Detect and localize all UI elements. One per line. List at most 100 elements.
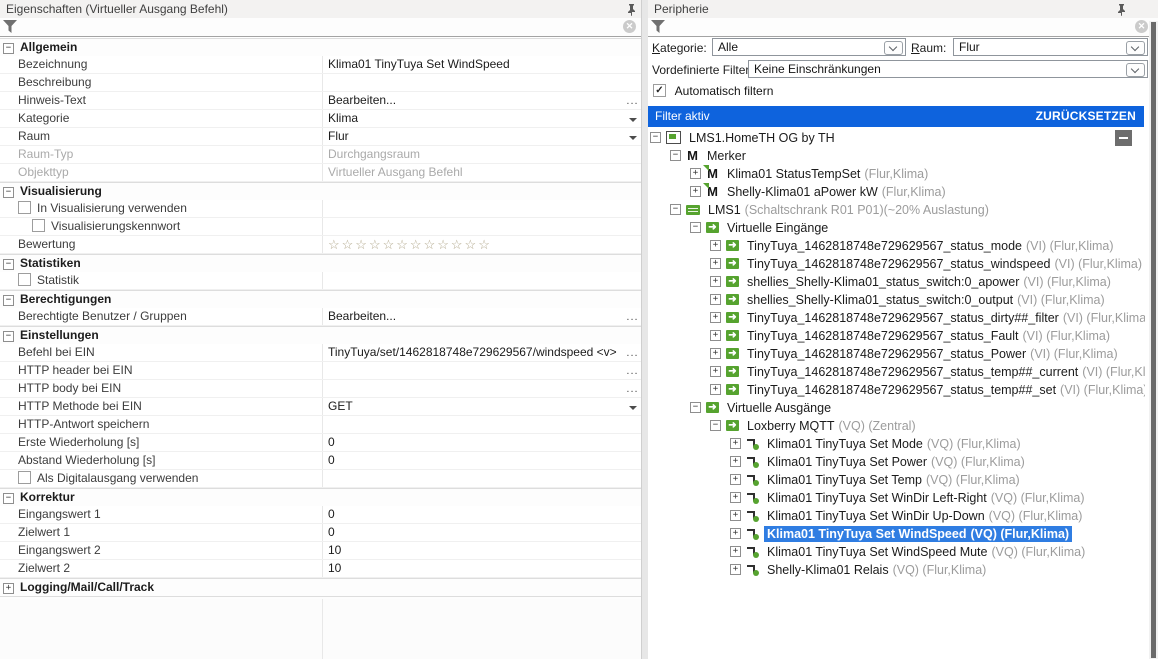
clear-filter-icon[interactable]: ✕ [623, 20, 636, 33]
tree-row[interactable]: +➜TinyTuya_1462818748e729629567_status_d… [648, 309, 1145, 327]
vertical-scrollbar[interactable] [1149, 21, 1158, 659]
tree-item-label[interactable]: Klima01 TinyTuya Set Temp(VQ) (Flur,Klim… [764, 472, 1023, 488]
tree-item-label[interactable]: Shelly-Klima01 Relais(VQ) (Flur,Klima) [764, 562, 989, 578]
property-value[interactable] [322, 416, 624, 433]
property-checkbox[interactable] [18, 471, 31, 484]
property-value[interactable]: Flur [322, 128, 624, 145]
tree-row[interactable]: +Klima01 TinyTuya Set WindSpeed Mute(VQ)… [648, 543, 1145, 561]
tree-expander-icon[interactable]: + [730, 528, 741, 539]
tree-item-label[interactable]: TinyTuya_1462818748e729629567_status_tem… [744, 382, 1145, 398]
property-value[interactable]: 0 [322, 524, 624, 541]
pin-icon[interactable] [1116, 3, 1127, 15]
tree-row[interactable]: +➜TinyTuya_1462818748e729629567_status_F… [648, 327, 1145, 345]
rating-stars[interactable]: ☆☆☆☆☆☆☆☆☆☆☆☆ [328, 237, 492, 252]
tree-row[interactable]: +➜shellies_Shelly-Klima01_status_switch:… [648, 273, 1145, 291]
tree-expander-icon[interactable]: + [710, 330, 721, 341]
auto-filter-checkbox[interactable]: ✓ [653, 84, 666, 97]
tree-expander-icon[interactable]: + [730, 438, 741, 449]
section-expander-icon[interactable]: − [3, 259, 14, 270]
property-checkbox[interactable] [18, 201, 31, 214]
tree-row[interactable]: −LMS1.HomeTH OG by TH [648, 129, 1145, 147]
tree-item-label[interactable]: Virtuelle Ausgänge [724, 400, 834, 416]
tree-row[interactable]: +➜TinyTuya_1462818748e729629567_status_P… [648, 345, 1145, 363]
property-value[interactable] [322, 380, 624, 397]
property-value[interactable]: 0 [322, 434, 624, 451]
tree-row[interactable]: + Shelly-Klima01 Relais(VQ) (Flur,Klima) [648, 561, 1145, 579]
tree-row[interactable]: +MShelly-Klima01 aPower kW(Flur,Klima) [648, 183, 1145, 201]
ellipsis-button[interactable]: ... [626, 311, 638, 323]
tree-expander-icon[interactable]: + [730, 456, 741, 467]
tree-item-label[interactable]: Klima01 TinyTuya Set Power(VQ) (Flur,Kli… [764, 454, 1028, 470]
tree-expander-icon[interactable]: − [690, 402, 701, 413]
dropdown-arrow-icon[interactable] [629, 118, 637, 122]
section-expander-icon[interactable]: − [3, 493, 14, 504]
tree-expander-icon[interactable]: − [650, 132, 661, 143]
tree-expander-icon[interactable]: − [670, 150, 681, 161]
tree-item-label[interactable]: Virtuelle Eingänge [724, 220, 831, 236]
tree-expander-icon[interactable]: + [730, 564, 741, 575]
chevron-down-icon[interactable] [1126, 41, 1145, 55]
tree-expander-icon[interactable]: + [730, 492, 741, 503]
section-expander-icon[interactable]: − [3, 331, 14, 342]
tree-row[interactable]: + Klima01 TinyTuya Set Power(VQ) (Flur,Kl… [648, 453, 1145, 471]
tree-item-label[interactable]: TinyTuya_1462818748e729629567_status_win… [744, 256, 1145, 272]
tree-expander-icon[interactable]: − [710, 420, 721, 431]
tree-item-label[interactable]: shellies_Shelly-Klima01_status_switch:0_… [744, 292, 1108, 308]
dropdown-arrow-icon[interactable] [629, 406, 637, 410]
tree-row[interactable]: +MKlima01 StatusTempSet(Flur,Klima) [648, 165, 1145, 183]
property-value[interactable]: Bearbeiten... [322, 92, 624, 109]
tree-item-label[interactable]: TinyTuya_1462818748e729629567_status_dir… [744, 310, 1145, 326]
tree-item-label[interactable]: TinyTuya_1462818748e729629567_status_mod… [744, 238, 1117, 254]
property-value[interactable]: Bearbeiten... [322, 308, 624, 325]
section-expander-icon[interactable]: − [3, 187, 14, 198]
tree-row[interactable]: + Klima01 TinyTuya Set Mode(VQ) (Flur,Kli… [648, 435, 1145, 453]
tree-expander-icon[interactable]: + [730, 474, 741, 485]
tree-item-label[interactable]: Klima01 TinyTuya Set WindSpeed(VQ) (Flur… [764, 526, 1072, 542]
tree-item-label[interactable]: Loxberry MQTT(VQ) (Zentral) [744, 418, 919, 434]
property-checkbox[interactable] [32, 219, 45, 232]
ellipsis-button[interactable]: ... [626, 383, 638, 395]
tree-item-label[interactable]: Shelly-Klima01 aPower kW(Flur,Klima) [724, 184, 949, 200]
tree-row[interactable]: +Klima01 TinyTuya Set WinDir Up-Down(VQ)… [648, 507, 1145, 525]
tree-item-label[interactable]: Klima01 StatusTempSet(Flur,Klima) [724, 166, 931, 182]
properties-filter-input[interactable] [20, 19, 621, 34]
property-value[interactable]: 0 [322, 452, 624, 469]
tree-row[interactable]: +➜TinyTuya_1462818748e729629567_status_t… [648, 381, 1145, 399]
tree-item-label[interactable]: TinyTuya_1462818748e729629567_status_tem… [744, 364, 1145, 380]
property-value[interactable]: TinyTuya/set/1462818748e729629567/windsp… [322, 344, 624, 361]
chevron-down-icon[interactable] [1126, 63, 1145, 77]
tree-expander-icon[interactable]: + [710, 294, 721, 305]
tree-row[interactable]: +➜shellies_Shelly-Klima01_status_switch:… [648, 291, 1145, 309]
property-value[interactable]: 10 [322, 560, 624, 577]
tree-row[interactable]: −MMerker [648, 147, 1145, 165]
tree-expander-icon[interactable]: + [710, 348, 721, 359]
periphery-filter-input[interactable] [668, 19, 1138, 34]
ellipsis-button[interactable]: ... [626, 365, 638, 377]
tree-row[interactable]: +➜TinyTuya_1462818748e729629567_status_t… [648, 363, 1145, 381]
tree-row[interactable]: + Klima01 TinyTuya Set Temp(VQ) (Flur,Kli… [648, 471, 1145, 489]
tree-row[interactable]: − LMS1(Schaltschrank R01 P01)(~20% Auslas… [648, 201, 1145, 219]
tree-row[interactable]: +➜TinyTuya_1462818748e729629567_status_m… [648, 237, 1145, 255]
room-select[interactable]: Flur [953, 38, 1148, 56]
tree-expander-icon[interactable]: + [690, 168, 701, 179]
tree-row[interactable]: +➜TinyTuya_1462818748e729629567_status_w… [648, 255, 1145, 273]
property-value[interactable]: 10 [322, 542, 624, 559]
tree-expander-icon[interactable]: − [670, 204, 681, 215]
ellipsis-button[interactable]: ... [626, 347, 638, 359]
tree-item-label[interactable]: LMS1(Schaltschrank R01 P01)(~20% Auslast… [705, 202, 992, 218]
collapse-all-button[interactable] [1115, 130, 1132, 146]
section-expander-icon[interactable]: + [3, 583, 14, 594]
tree-expander-icon[interactable]: + [730, 510, 741, 521]
section-expander-icon[interactable]: − [3, 295, 14, 306]
property-checkbox[interactable] [18, 273, 31, 286]
tree-item-label[interactable]: Klima01 TinyTuya Set Mode(VQ) (Flur,Klim… [764, 436, 1024, 452]
scrollbar-thumb[interactable] [1151, 22, 1156, 658]
property-value[interactable] [322, 74, 624, 91]
tree-item-label[interactable]: TinyTuya_1462818748e729629567_status_Pow… [744, 346, 1121, 362]
tree-expander-icon[interactable]: + [690, 186, 701, 197]
tree-row[interactable]: + Klima01 TinyTuya Set WindSpeed(VQ) (Flu… [648, 525, 1145, 543]
property-value[interactable] [322, 362, 624, 379]
tree-item-label[interactable]: Klima01 TinyTuya Set WinDir Left-Right(V… [764, 490, 1088, 506]
tree-expander-icon[interactable]: + [730, 546, 741, 557]
reset-filter-button[interactable]: ZURÜCKSETZEN [1036, 106, 1136, 127]
